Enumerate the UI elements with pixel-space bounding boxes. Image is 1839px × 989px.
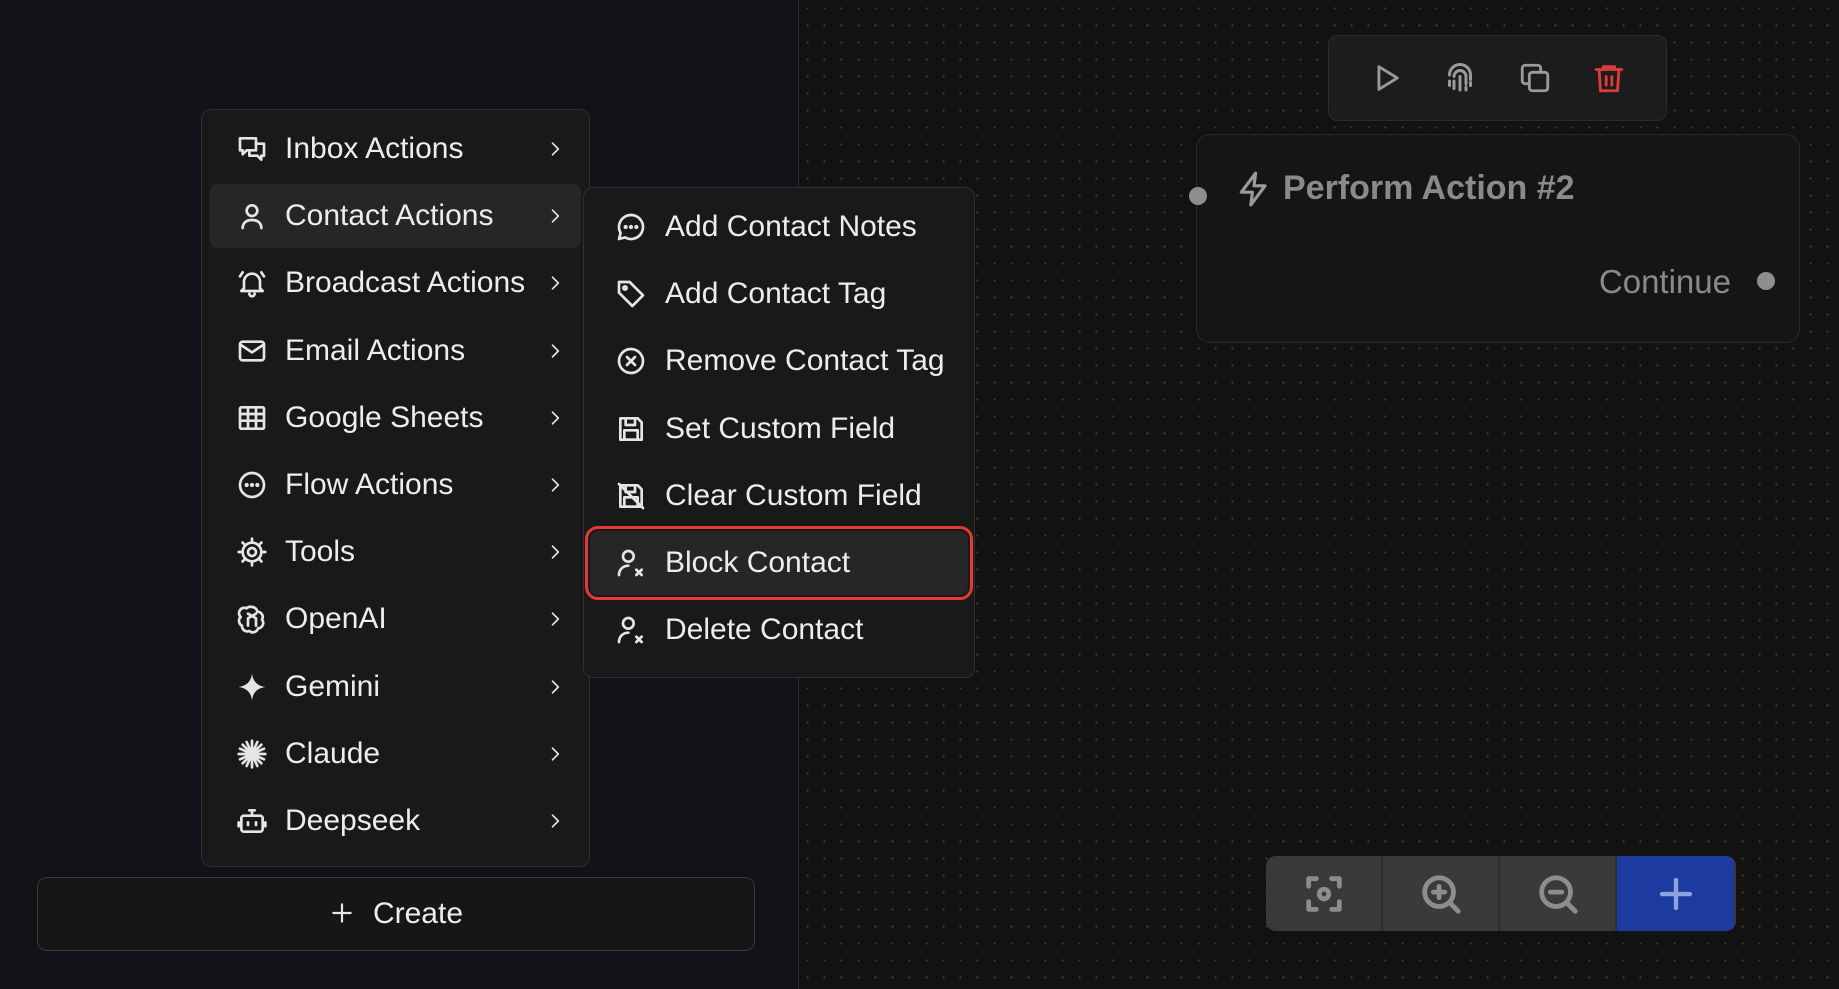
- submenu-item-label: Block Contact: [665, 545, 851, 579]
- menu-item-broadcast-actions[interactable]: Broadcast Actions: [210, 251, 581, 315]
- chevron-right-icon: [543, 271, 567, 295]
- menu-item-label: Gemini: [285, 669, 381, 703]
- submenu-item-label: Clear Custom Field: [665, 478, 922, 512]
- save-icon: [615, 413, 647, 445]
- menu-item-gemini[interactable]: Gemini: [210, 655, 581, 719]
- contact-actions-submenu: Add Contact Notes Add Contact Tag Remove…: [583, 187, 975, 678]
- zoom-out-button[interactable]: [1500, 856, 1617, 931]
- menu-item-openai[interactable]: OpenAI: [210, 587, 581, 651]
- chevron-right-icon: [543, 406, 567, 430]
- chevron-right-icon: [543, 137, 567, 161]
- create-button[interactable]: Create: [37, 877, 755, 951]
- save-off-icon: [615, 480, 647, 512]
- menu-item-tools[interactable]: Tools: [210, 520, 581, 584]
- robot-icon: [236, 805, 268, 837]
- action-category-menu: Inbox Actions Contact Actions Broadcast …: [201, 109, 590, 867]
- submenu-item-clear-custom-field[interactable]: Clear Custom Field: [590, 464, 968, 528]
- delete-node-button[interactable]: [1587, 56, 1631, 100]
- menu-item-label: Contact Actions: [285, 199, 494, 233]
- chat-bubbles-icon: [236, 133, 268, 165]
- menu-item-label: Flow Actions: [285, 467, 454, 501]
- menu-item-label: Inbox Actions: [285, 132, 464, 165]
- output-handle[interactable]: [1757, 272, 1775, 290]
- fingerprint-icon: [1448, 63, 1473, 92]
- canvas-controls: [1266, 856, 1736, 931]
- user-icon: [236, 200, 268, 232]
- tag-icon: [615, 278, 647, 310]
- chevron-right-icon: [543, 607, 567, 631]
- menu-item-contact-actions[interactable]: Contact Actions: [210, 184, 581, 249]
- submenu-item-label: Add Contact Tag: [665, 277, 887, 311]
- zoom-out-icon: [1538, 874, 1578, 914]
- chevron-right-icon: [543, 742, 567, 766]
- gear-icon: [236, 536, 268, 568]
- submenu-item-delete-contact[interactable]: Delete Contact: [590, 598, 968, 662]
- chevron-right-icon: [543, 540, 567, 564]
- action-node[interactable]: Perform Action #2 Continue: [1189, 134, 1800, 343]
- submenu-item-label: Delete Contact: [665, 613, 864, 647]
- add-node-button[interactable]: [1617, 856, 1734, 931]
- node-header: Perform Action #2: [1235, 169, 1575, 208]
- zoom-in-icon: [1421, 874, 1461, 914]
- input-handle[interactable]: [1189, 187, 1207, 205]
- chevron-right-icon: [543, 204, 567, 228]
- x-circle-icon: [615, 345, 647, 377]
- create-button-label: Create: [372, 897, 464, 930]
- chevron-right-icon: [543, 339, 567, 363]
- duplicate-node-button[interactable]: [1513, 56, 1557, 100]
- lightning-icon: [1239, 171, 1267, 206]
- chevron-right-icon: [543, 809, 567, 833]
- submenu-item-remove-contact-tag[interactable]: Remove Contact Tag: [590, 329, 968, 393]
- mail-icon: [236, 335, 268, 367]
- chevron-right-icon: [543, 473, 567, 497]
- fit-view-icon: [1305, 875, 1342, 912]
- node-title: Perform Action #2: [1283, 169, 1575, 207]
- user-x-icon: [615, 547, 647, 579]
- fingerprint-button[interactable]: [1438, 56, 1482, 100]
- fit-view-button[interactable]: [1266, 856, 1383, 931]
- dots-circle-icon: [236, 469, 268, 501]
- openai-icon: [236, 603, 268, 635]
- submenu-item-block-contact[interactable]: Block Contact: [585, 525, 973, 600]
- chevron-right-icon: [543, 675, 567, 699]
- submenu-item-add-contact-tag[interactable]: Add Contact Tag: [590, 262, 968, 326]
- sparkle-icon: [236, 671, 268, 703]
- user-x-icon: [615, 614, 647, 646]
- menu-item-email-actions[interactable]: Email Actions: [210, 319, 581, 383]
- menu-item-label: Tools: [285, 535, 356, 569]
- menu-item-claude[interactable]: Claude: [210, 722, 581, 786]
- menu-item-google-sheets[interactable]: Google Sheets: [210, 386, 581, 450]
- bell-icon: [236, 267, 268, 299]
- trash-icon: [1594, 65, 1624, 93]
- message-dots-icon: [615, 211, 647, 243]
- table-icon: [236, 402, 268, 434]
- menu-item-label: Claude: [285, 736, 381, 770]
- claude-icon: [236, 738, 268, 770]
- copy-icon: [1520, 63, 1549, 93]
- add-icon: [1659, 877, 1692, 910]
- play-icon: [1377, 65, 1399, 91]
- menu-item-label: Google Sheets: [285, 400, 484, 434]
- zoom-in-button[interactable]: [1383, 856, 1500, 931]
- submenu-item-label: Set Custom Field: [665, 411, 896, 445]
- run-node-button[interactable]: [1364, 56, 1408, 100]
- menu-item-deepseek[interactable]: Deepseek: [210, 789, 581, 853]
- menu-item-label: Deepseek: [285, 803, 421, 837]
- node-output-label: Continue: [1598, 263, 1731, 300]
- submenu-item-label: Add Contact Notes: [665, 210, 917, 243]
- menu-item-label: Email Actions: [285, 333, 466, 367]
- plus-icon: [329, 896, 355, 932]
- submenu-item-set-custom-field[interactable]: Set Custom Field: [590, 397, 968, 461]
- menu-item-label: Broadcast Actions: [285, 266, 526, 300]
- submenu-item-add-contact-notes[interactable]: Add Contact Notes: [590, 195, 968, 259]
- menu-item-label: OpenAI: [285, 602, 387, 636]
- menu-item-flow-actions[interactable]: Flow Actions: [210, 453, 581, 517]
- submenu-item-label: Remove Contact Tag: [665, 344, 945, 378]
- node-toolbar: [1328, 35, 1667, 121]
- menu-item-inbox-actions[interactable]: Inbox Actions: [210, 117, 581, 181]
